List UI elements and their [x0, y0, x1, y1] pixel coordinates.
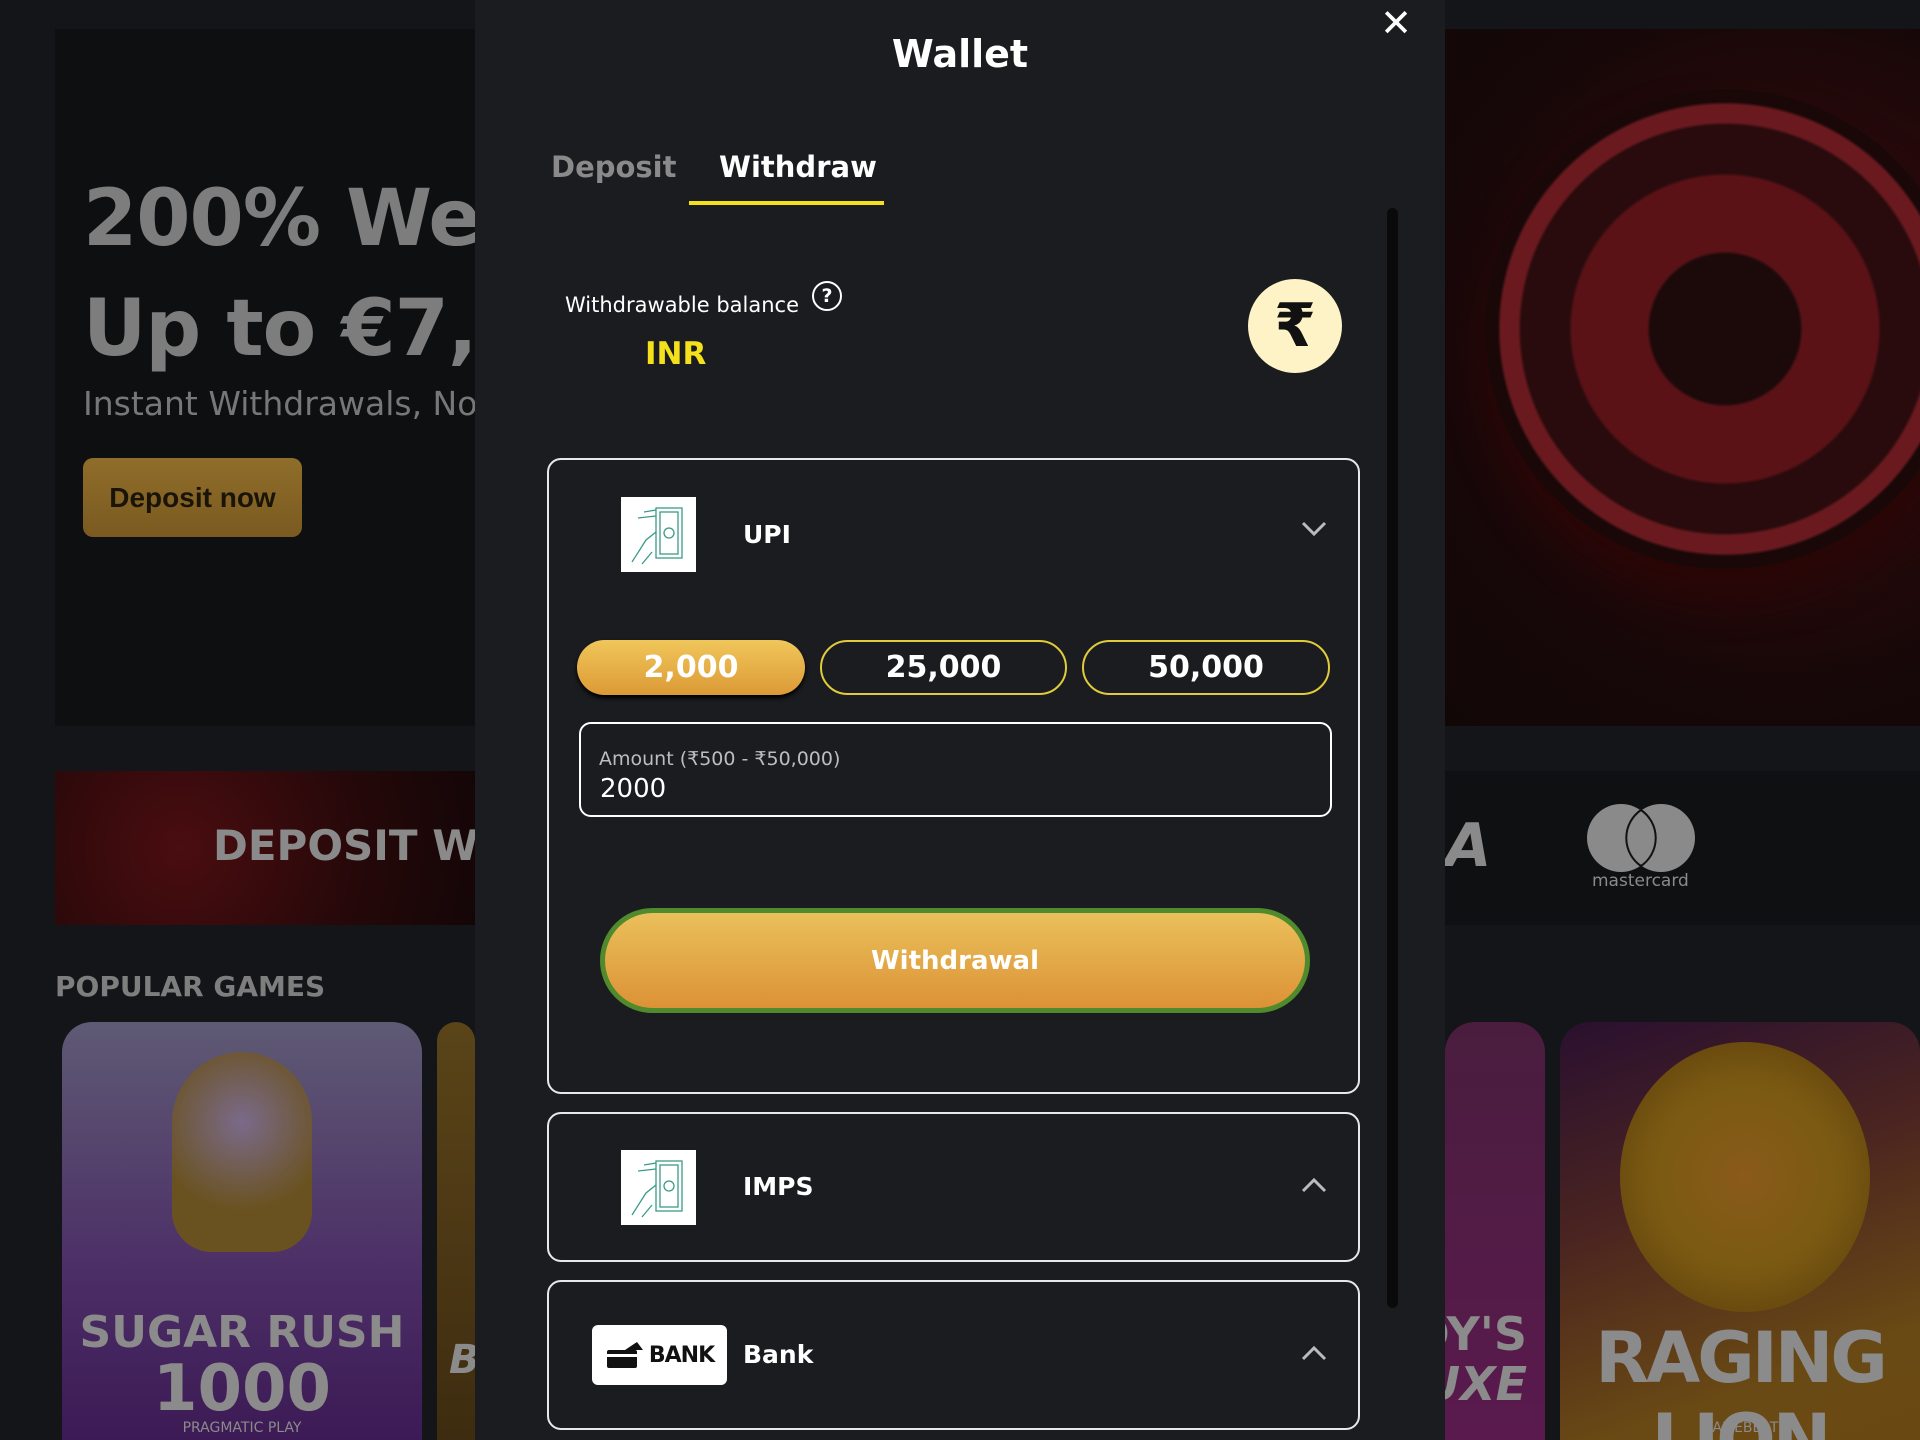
amount-chip-50000[interactable]: 50,000: [1082, 640, 1330, 695]
cash-hand-icon: [621, 497, 696, 572]
deposit-banner-text: DEPOSIT WIT: [213, 821, 475, 870]
game-art: [1620, 1042, 1870, 1312]
game-art: [172, 1052, 312, 1252]
balance-currency: INR: [645, 336, 707, 372]
amount-input[interactable]: [600, 774, 1300, 804]
chevron-up-icon[interactable]: [1301, 1344, 1327, 1366]
deposit-methods-banner: DEPOSIT WIT: [55, 771, 475, 925]
mastercard-logo-icon: [1587, 804, 1695, 872]
promo-headline-1: 200% Wel: [83, 174, 475, 264]
game-card-raging-lion[interactable]: RAGING LION GAMEBEAT: [1560, 1022, 1920, 1440]
chevron-up-icon[interactable]: [1301, 1176, 1327, 1198]
popular-games-title: POPULAR GAMES: [55, 970, 326, 1003]
chevron-down-icon[interactable]: [1301, 515, 1327, 545]
bank-logo: BANK: [592, 1325, 727, 1385]
rupee-icon: ₹: [1248, 279, 1342, 373]
visa-logo: A: [1445, 811, 1492, 881]
method-label: IMPS: [743, 1172, 814, 1201]
scrollbar[interactable]: [1387, 208, 1398, 1308]
roulette-banner-image: [1445, 29, 1920, 726]
mastercard-label: mastercard: [1592, 871, 1689, 891]
wallet-modal: ✕ Wallet Deposit Withdraw Withdrawable b…: [475, 0, 1445, 1440]
bank-card-icon: [606, 1342, 643, 1368]
roulette-wheel-image: [1485, 89, 1920, 569]
help-icon[interactable]: ?: [812, 281, 842, 311]
payment-method-imps[interactable]: IMPS: [547, 1112, 1360, 1262]
payment-method-upi: UPI 2,000 25,000 50,000 Amount (₹500 - ₹…: [547, 458, 1360, 1094]
modal-title: Wallet: [891, 32, 1029, 76]
amount-label: Amount (₹500 - ₹50,000): [599, 748, 841, 770]
bank-logo-text: BANK: [648, 1342, 715, 1368]
withdrawal-button[interactable]: Withdrawal: [600, 908, 1310, 1013]
deposit-now-button[interactable]: Deposit now: [83, 458, 302, 537]
method-label: Bank: [743, 1340, 814, 1369]
payment-logos: A mastercard: [1445, 771, 1920, 925]
payment-method-bank[interactable]: BANK Bank: [547, 1280, 1360, 1430]
amount-chip-25000[interactable]: 25,000: [820, 640, 1067, 695]
game-card-sugar-rush[interactable]: SUGAR RUSH 1000 PRAGMATIC PLAY: [62, 1022, 422, 1440]
game-card[interactable]: B: [437, 1022, 475, 1440]
game-card[interactable]: DY'S UXE: [1445, 1022, 1545, 1440]
promo-headline-2: Up to €7,50: [83, 284, 475, 374]
amount-field[interactable]: Amount (₹500 - ₹50,000): [579, 722, 1332, 817]
withdrawable-balance-label: Withdrawable balance: [565, 293, 799, 317]
tab-withdraw[interactable]: Withdraw: [719, 150, 877, 184]
promo-banner: 200% Wel Up to €7,50 Instant Withdrawals…: [55, 29, 475, 726]
tab-deposit[interactable]: Deposit: [551, 150, 677, 184]
cash-hand-icon: [621, 1150, 696, 1225]
promo-subtitle: Instant Withdrawals, No: [83, 384, 475, 423]
active-tab-indicator: [689, 201, 884, 205]
amount-chip-2000[interactable]: 2,000: [577, 640, 805, 695]
method-label: UPI: [743, 520, 791, 549]
